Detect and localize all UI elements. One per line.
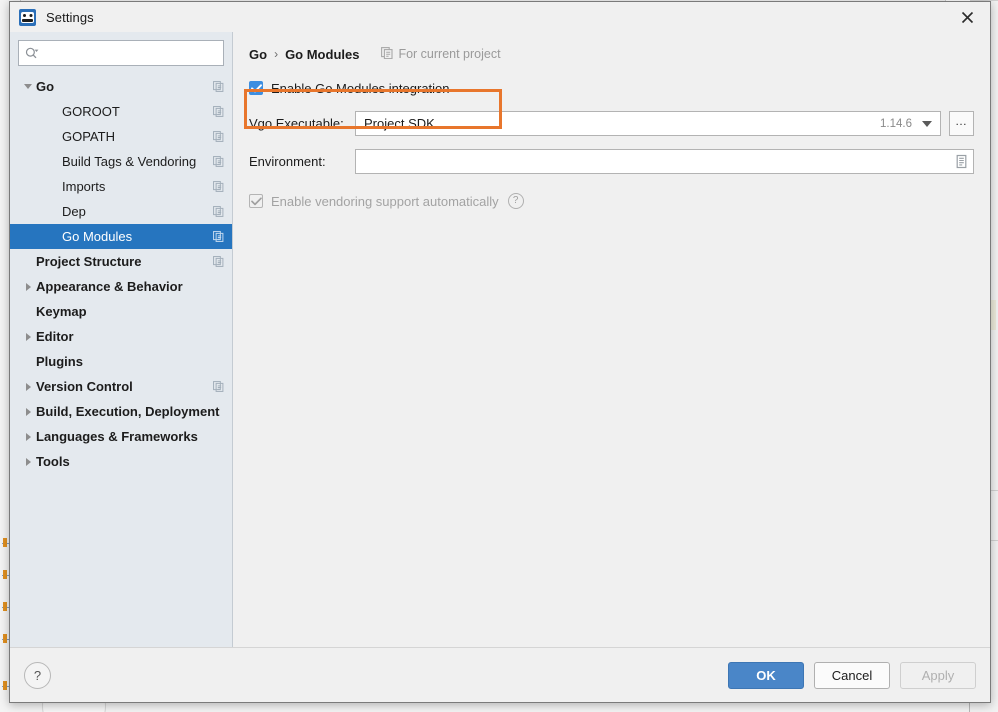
sidebar-item-label: Build, Execution, Deployment	[36, 404, 224, 419]
sidebar-item-build-execution-deployment[interactable]: Build, Execution, Deployment	[10, 399, 232, 424]
project-scope-icon	[213, 231, 224, 242]
breadcrumb-current: Go Modules	[285, 47, 359, 62]
browse-button[interactable]: …	[949, 111, 974, 136]
sidebar-item-version-control[interactable]: Version Control	[10, 374, 232, 399]
close-icon[interactable]	[944, 2, 990, 32]
enable-go-modules-row[interactable]: Enable Go Modules integration	[249, 78, 974, 98]
sidebar-item-label: Version Control	[36, 379, 213, 394]
dialog-title: Settings	[46, 10, 94, 25]
sidebar-item-plugins[interactable]: Plugins	[10, 349, 232, 374]
environment-row: Environment:	[249, 149, 974, 174]
expand-list-icon[interactable]	[953, 154, 970, 169]
dialog-footer: ? OK Cancel Apply	[10, 647, 990, 702]
chevron-down-icon[interactable]	[20, 84, 36, 89]
search-icon	[25, 47, 40, 60]
sidebar-item-editor[interactable]: Editor	[10, 324, 232, 349]
chevron-right-icon[interactable]	[20, 383, 36, 391]
footer-actions: OK Cancel Apply	[728, 662, 976, 689]
vgo-executable-value: Project SDK	[364, 116, 880, 131]
search-input[interactable]	[44, 46, 217, 60]
sidebar-item-label: Appearance & Behavior	[36, 279, 224, 294]
ok-button[interactable]: OK	[728, 662, 804, 689]
project-scope-icon	[213, 131, 224, 142]
sidebar-item-tools[interactable]: Tools	[10, 449, 232, 474]
sidebar-item-label: Editor	[36, 329, 224, 344]
sidebar-item-go-modules[interactable]: Go Modules	[10, 224, 232, 249]
project-scope-text: For current project	[398, 47, 500, 61]
sidebar-item-imports[interactable]: Imports	[10, 174, 232, 199]
dialog-titlebar: Settings	[10, 2, 990, 32]
sidebar-item-dep[interactable]: Dep	[10, 199, 232, 224]
settings-dialog: Settings	[9, 1, 991, 703]
sidebar-item-label: Dep	[62, 204, 213, 219]
vgo-executable-label: Vgo Executable:	[249, 116, 355, 131]
project-scope-icon	[213, 81, 224, 92]
screen: Settings	[0, 0, 998, 712]
sidebar-item-label: Plugins	[36, 354, 224, 369]
sidebar-item-languages-frameworks[interactable]: Languages & Frameworks	[10, 424, 232, 449]
sidebar-item-appearance-behavior[interactable]: Appearance & Behavior	[10, 274, 232, 299]
go-logo-icon	[19, 9, 36, 26]
settings-tree: Go GOROOT GOPATH Build Tags & Vendoring Impo…	[10, 74, 232, 647]
project-scope-label: For current project	[381, 47, 500, 62]
project-scope-icon	[213, 256, 224, 267]
chevron-right-icon[interactable]	[20, 283, 36, 291]
sidebar-item-build-tags-vendoring[interactable]: Build Tags & Vendoring	[10, 149, 232, 174]
enable-go-modules-checkbox[interactable]	[249, 81, 263, 95]
chevron-right-icon[interactable]	[20, 433, 36, 441]
dialog-body: Go GOROOT GOPATH Build Tags & Vendoring Impo…	[10, 32, 990, 647]
sidebar-item-go[interactable]: Go	[10, 74, 232, 99]
vendoring-help-icon[interactable]: ?	[508, 193, 524, 209]
project-scope-icon	[213, 181, 224, 192]
vendoring-checkbox	[249, 194, 263, 208]
chevron-down-icon[interactable]	[922, 121, 932, 127]
project-scope-icon	[213, 206, 224, 217]
sidebar-item-project-structure[interactable]: Project Structure	[10, 249, 232, 274]
sidebar-item-label: Go Modules	[62, 229, 213, 244]
cancel-button[interactable]: Cancel	[814, 662, 890, 689]
environment-label: Environment:	[249, 154, 355, 169]
search-container	[10, 40, 232, 74]
environment-field[interactable]	[355, 149, 974, 174]
vgo-executable-version: 1.14.6	[880, 118, 912, 130]
project-scope-icon	[381, 47, 393, 62]
sidebar-item-label: Project Structure	[36, 254, 213, 269]
vgo-executable-combobox[interactable]: Project SDK 1.14.6	[355, 111, 941, 136]
settings-sidebar: Go GOROOT GOPATH Build Tags & Vendoring Impo…	[10, 32, 233, 647]
settings-content: Go › Go Modules For current project	[233, 32, 990, 647]
sidebar-item-label: Go	[36, 79, 213, 94]
sidebar-item-label: GOROOT	[62, 104, 213, 119]
vgo-executable-row: Vgo Executable: Project SDK 1.14.6 …	[249, 111, 974, 136]
sidebar-item-label: Keymap	[36, 304, 224, 319]
chevron-right-icon[interactable]	[20, 458, 36, 466]
breadcrumb-root[interactable]: Go	[249, 47, 267, 62]
project-scope-icon	[213, 106, 224, 117]
sidebar-item-label: Build Tags & Vendoring	[62, 154, 213, 169]
sidebar-item-label: GOPATH	[62, 129, 213, 144]
chevron-right-icon[interactable]	[20, 333, 36, 341]
vendoring-label: Enable vendoring support automatically	[271, 194, 499, 209]
chevron-right-icon[interactable]	[20, 408, 36, 416]
apply-button: Apply	[900, 662, 976, 689]
sidebar-item-label: Languages & Frameworks	[36, 429, 224, 444]
project-scope-icon	[213, 156, 224, 167]
vendoring-row: Enable vendoring support automatically ?	[249, 191, 974, 211]
sidebar-item-gopath[interactable]: GOPATH	[10, 124, 232, 149]
help-button[interactable]: ?	[24, 662, 51, 689]
enable-go-modules-label: Enable Go Modules integration	[271, 81, 450, 96]
sidebar-item-label: Imports	[62, 179, 213, 194]
sidebar-item-keymap[interactable]: Keymap	[10, 299, 232, 324]
breadcrumb: Go › Go Modules For current project	[249, 44, 974, 64]
breadcrumb-separator: ›	[274, 47, 278, 61]
environment-input[interactable]	[364, 154, 953, 169]
project-scope-icon	[213, 381, 224, 392]
search-box[interactable]	[18, 40, 224, 66]
sidebar-item-goroot[interactable]: GOROOT	[10, 99, 232, 124]
sidebar-item-label: Tools	[36, 454, 224, 469]
